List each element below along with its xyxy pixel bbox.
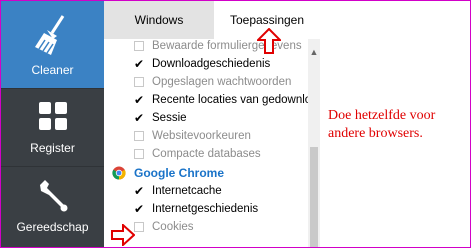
checkbox[interactable]: ✔ (134, 58, 144, 70)
tab-bar: Windows Toepassingen (104, 1, 320, 39)
checkbox[interactable] (134, 41, 144, 51)
checkbox[interactable] (134, 131, 144, 141)
scroll-thumb[interactable] (310, 147, 318, 247)
broom-icon (33, 13, 73, 62)
section-header-google-chrome[interactable]: Google Chrome (104, 164, 308, 182)
cleaner-options-list: Bewaarde formuliergegevens ✔ Downloadges… (104, 39, 308, 247)
list-item-label: Internetgeschiedenis (152, 203, 259, 215)
sidebar-item-register[interactable]: Register (1, 88, 104, 166)
sidebar-item-cleaner[interactable]: Cleaner (1, 1, 104, 88)
screenshot-frame: Cleaner Register Gereedschap Windows Toe… (0, 0, 471, 248)
list-item[interactable]: ✔ Internetcache (104, 182, 308, 200)
annotation-note: Doe hetzelfde voor andere browsers. (328, 108, 436, 141)
list-item-label: Downloadgeschiedenis (152, 58, 271, 70)
list-item-label: Websitevoorkeuren (152, 130, 251, 142)
annotation-right-arrow-icon (111, 224, 135, 246)
list-item-label: Cookies (152, 221, 194, 233)
list-item-label: Recente locaties van gedownlo (152, 94, 308, 106)
checkbox[interactable]: ✔ (134, 94, 144, 106)
sidebar-item-label: Register (30, 141, 75, 155)
checkbox[interactable] (134, 77, 144, 87)
scroll-up-arrow-icon[interactable]: ▲ (308, 47, 320, 57)
annotation-up-arrow-icon (257, 28, 281, 54)
checkbox[interactable]: ✔ (134, 112, 144, 124)
list-item[interactable]: ✔ Sessie (104, 109, 308, 127)
list-item-label: Sessie (152, 112, 187, 124)
scrollbar[interactable]: ▲ (308, 39, 320, 247)
checkbox[interactable]: ✔ (134, 203, 144, 215)
checkbox[interactable]: ✔ (134, 185, 144, 197)
list-item-label: Opgeslagen wachtwoorden (152, 76, 292, 88)
list-item[interactable]: ✔ Recente locaties van gedownlo (104, 91, 308, 109)
tab-windows[interactable]: Windows (104, 1, 214, 39)
sidebar: Cleaner Register Gereedschap (1, 1, 104, 247)
wrench-icon (36, 179, 70, 218)
checkbox[interactable] (134, 149, 144, 159)
grid-icon (38, 101, 68, 136)
sidebar-item-gereedschap[interactable]: Gereedschap (1, 166, 104, 247)
list-item[interactable]: ✔ Downloadgeschiedenis (104, 55, 308, 73)
list-item-label: Internetcache (152, 185, 222, 197)
list-item[interactable]: ✔ Internetgeschiedenis (104, 200, 308, 218)
sidebar-item-label: Gereedschap (16, 220, 89, 234)
list-item[interactable]: Compacte databases (104, 145, 308, 163)
list-item[interactable]: Opgeslagen wachtwoorden (104, 73, 308, 91)
sidebar-item-label: Cleaner (31, 63, 74, 77)
list-item-label: Compacte databases (152, 148, 261, 160)
list-item[interactable]: Websitevoorkeuren (104, 127, 308, 145)
section-header-label: Google Chrome (134, 166, 225, 180)
main-panel: Windows Toepassingen Bewaarde formulierg… (104, 1, 320, 247)
checkbox[interactable] (134, 222, 144, 232)
